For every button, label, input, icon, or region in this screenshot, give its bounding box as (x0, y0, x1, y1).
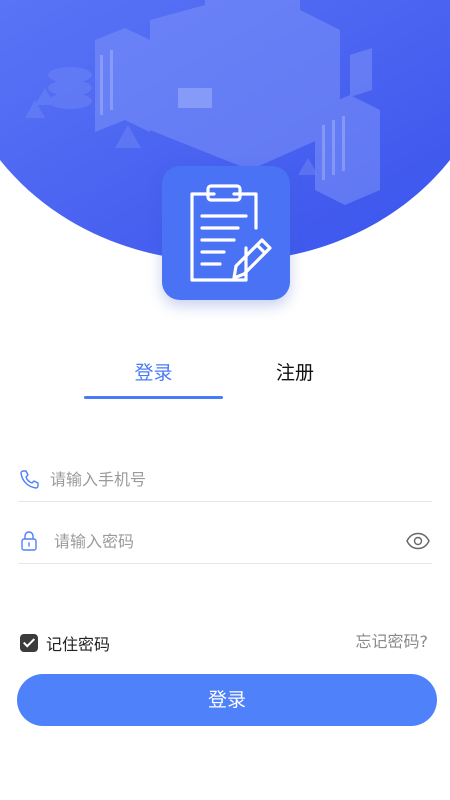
password-field (18, 518, 432, 564)
login-button[interactable]: 登录 (17, 674, 437, 726)
app-logo (162, 166, 290, 300)
tab-login[interactable]: 登录 (84, 358, 223, 385)
password-input[interactable] (54, 526, 394, 556)
eye-icon[interactable] (406, 532, 430, 550)
lock-icon (21, 531, 37, 551)
tab-register[interactable]: 注册 (225, 358, 365, 385)
clipboard-pen-icon (190, 184, 272, 282)
remember-password[interactable]: 记住密码 (20, 632, 110, 654)
phone-field (18, 456, 432, 502)
phone-input[interactable] (50, 464, 390, 494)
active-tab-indicator (84, 396, 223, 399)
remember-checkbox[interactable] (20, 634, 38, 652)
remember-label: 记住密码 (46, 635, 111, 654)
auth-tabs: 登录 注册 (0, 358, 450, 402)
forgot-password-link[interactable]: 忘记密码? (356, 628, 429, 652)
phone-icon (20, 470, 39, 489)
